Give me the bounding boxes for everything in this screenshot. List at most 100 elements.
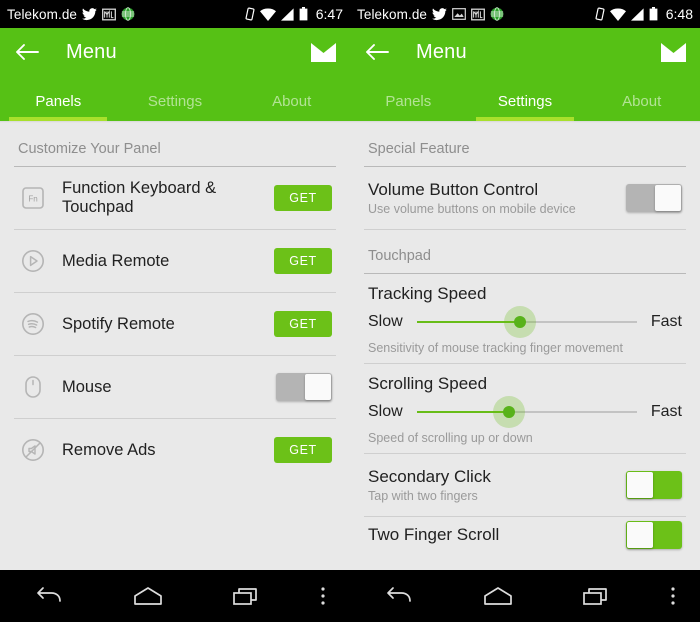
- volume-button-control-toggle[interactable]: [626, 184, 682, 212]
- setting-volume-button-control[interactable]: Volume Button Control Use volume buttons…: [364, 167, 686, 229]
- section-title-special-feature: Special Feature: [368, 141, 470, 157]
- twitter-icon: [432, 7, 447, 20]
- setting-subtitle: Speed of scrolling up or down: [368, 431, 533, 445]
- globe-icon: [121, 7, 135, 21]
- wifi-icon: [259, 7, 276, 21]
- setting-title: Volume Button Control: [368, 179, 539, 199]
- setting-text: Volume Button Control Use volume buttons…: [368, 180, 626, 217]
- setting-tracking-speed[interactable]: Tracking Speed Slow Fast Sensitivity of …: [364, 274, 686, 363]
- page-title: Menu: [66, 40, 117, 63]
- nav-overflow-icon[interactable]: [646, 585, 700, 607]
- list-item[interactable]: Spotify Remote GET: [14, 293, 336, 355]
- setting-text: Secondary Click Tap with two fingers: [368, 467, 626, 504]
- left-tab-bar: Panels Settings About: [0, 76, 350, 121]
- right-status-right: 6:48: [594, 6, 693, 22]
- fn-key-icon: Fn: [18, 183, 48, 213]
- battery-icon: [299, 7, 308, 21]
- vibrate-icon: [245, 7, 255, 21]
- right-phone-screen: Telekom.de 6:48 Menu Panels Settings Abo…: [350, 0, 700, 622]
- nav-home-icon[interactable]: [99, 585, 198, 607]
- battery-icon: [649, 7, 658, 21]
- tab-indicator: [9, 117, 108, 121]
- setting-two-finger-scroll[interactable]: Two Finger Scroll: [364, 517, 686, 549]
- mail-icon[interactable]: [660, 39, 686, 65]
- list-item-label: Mouse: [62, 377, 112, 396]
- tab-about-label: About: [272, 93, 312, 110]
- left-status-bar: Telekom.de 6:47: [0, 0, 350, 28]
- carrier-label: Telekom.de: [7, 6, 78, 22]
- setting-title: Two Finger Scroll: [368, 525, 500, 544]
- twitter-icon: [82, 7, 97, 20]
- left-app-bar: Menu: [0, 28, 350, 76]
- tracking-speed-slider[interactable]: [416, 306, 637, 338]
- gmail-icon: [471, 8, 485, 20]
- tab-settings-label: Settings: [147, 93, 203, 110]
- two-finger-scroll-toggle[interactable]: [626, 521, 682, 549]
- tab-panels-label: Panels: [35, 93, 82, 110]
- wifi-icon: [609, 7, 626, 21]
- back-arrow-icon[interactable]: [14, 39, 40, 65]
- slider-max-label: Fast: [650, 403, 682, 420]
- slider-thumb[interactable]: [514, 316, 527, 328]
- tab-about[interactable]: About: [583, 93, 700, 121]
- toggle-thumb: [627, 472, 653, 498]
- list-item[interactable]: Media Remote GET: [14, 230, 336, 292]
- list-item[interactable]: Remove Ads GET: [14, 419, 336, 481]
- get-button[interactable]: GET: [274, 437, 332, 463]
- slider-max-label: Fast: [650, 313, 682, 330]
- panels-list: Customize Your Panel Fn Function Keyboar…: [0, 123, 350, 570]
- page-title: Menu: [416, 40, 467, 63]
- right-status-left: Telekom.de: [357, 7, 594, 22]
- slider-line: Slow Fast: [368, 306, 682, 338]
- get-button[interactable]: GET: [274, 311, 332, 337]
- vibrate-icon: [595, 7, 605, 21]
- mouse-toggle[interactable]: [276, 373, 332, 401]
- nav-recents-icon[interactable]: [547, 585, 646, 607]
- clock-label: 6:48: [665, 6, 693, 22]
- setting-subtitle: Tap with two fingers: [368, 489, 478, 504]
- gmail-icon: [102, 8, 116, 20]
- toggle-thumb: [627, 522, 653, 548]
- list-item-label: Remove Ads: [62, 440, 156, 459]
- mouse-icon: [18, 372, 48, 402]
- list-item[interactable]: Fn Function Keyboard & Touchpad GET: [14, 167, 336, 229]
- section-title-customize: Customize Your Panel: [18, 141, 161, 157]
- nav-overflow-icon[interactable]: [296, 585, 350, 607]
- get-button[interactable]: GET: [274, 248, 332, 274]
- slider-min-label: Slow: [368, 403, 403, 420]
- right-tab-bar: Panels Settings About: [350, 76, 700, 121]
- nav-back-icon[interactable]: [350, 585, 449, 607]
- toggle-thumb: [305, 374, 331, 400]
- slider-thumb[interactable]: [503, 406, 516, 418]
- nav-home-icon[interactable]: [449, 585, 548, 607]
- nav-recents-icon[interactable]: [197, 585, 296, 607]
- list-item-label: Media Remote: [62, 251, 170, 270]
- tab-settings[interactable]: Settings: [467, 93, 584, 121]
- nav-back-icon[interactable]: [0, 585, 99, 607]
- tab-indicator: [476, 117, 575, 121]
- clock-label: 6:47: [315, 6, 343, 22]
- tab-panels[interactable]: Panels: [350, 93, 467, 121]
- carrier-label: Telekom.de: [357, 6, 428, 22]
- remove-ads-icon: [18, 435, 48, 465]
- tab-panels[interactable]: Panels: [0, 93, 117, 121]
- list-item-label: Spotify Remote: [62, 314, 175, 333]
- setting-secondary-click[interactable]: Secondary Click Tap with two fingers: [364, 454, 686, 516]
- tab-about[interactable]: About: [233, 93, 350, 121]
- list-item[interactable]: Mouse: [14, 356, 336, 418]
- secondary-click-toggle[interactable]: [626, 471, 682, 499]
- svg-text:Fn: Fn: [28, 195, 37, 204]
- mail-icon[interactable]: [310, 39, 336, 65]
- get-button[interactable]: GET: [274, 185, 332, 211]
- left-status-right: 6:47: [244, 6, 343, 22]
- tab-settings[interactable]: Settings: [117, 93, 234, 121]
- globe-icon: [490, 7, 504, 21]
- scrolling-speed-slider[interactable]: [416, 396, 637, 428]
- back-arrow-icon[interactable]: [364, 39, 390, 65]
- tab-settings-label: Settings: [497, 93, 553, 110]
- setting-scrolling-speed[interactable]: Scrolling Speed Slow Fast Speed of scrol…: [364, 364, 686, 453]
- tab-panels-label: Panels: [385, 93, 432, 110]
- slider-min-label: Slow: [368, 313, 403, 330]
- section-title-touchpad: Touchpad: [368, 248, 431, 264]
- setting-subtitle: Use volume buttons on mobile device: [368, 202, 576, 217]
